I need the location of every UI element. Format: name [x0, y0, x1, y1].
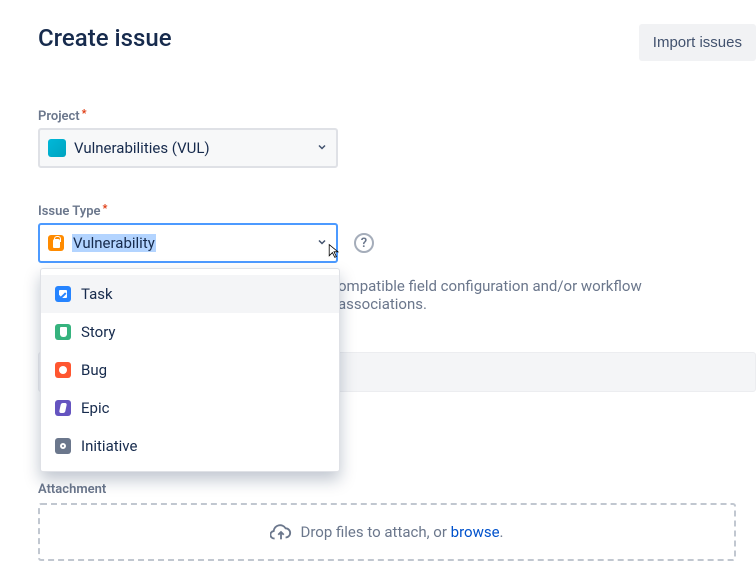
issue-type-select-value: Vulnerability — [72, 234, 156, 252]
project-label: Project * — [38, 109, 87, 124]
upload-cloud-icon — [270, 521, 292, 543]
drop-text-prefix: Drop files to attach, or — [300, 523, 450, 541]
issue-type-label-text: Issue Type — [38, 204, 101, 219]
initiative-icon — [55, 438, 71, 454]
help-icon[interactable]: ? — [354, 233, 374, 253]
drop-text-suffix: . — [500, 523, 504, 541]
epic-icon — [55, 400, 71, 416]
chevron-down-icon — [316, 139, 328, 157]
import-issues-button[interactable]: Import issues — [639, 24, 756, 61]
attachment-label: Attachment — [38, 482, 736, 497]
issue-type-field-group: Issue Type * Vulnerability Task — [38, 200, 718, 313]
issue-type-option-initiative[interactable]: Initiative — [41, 427, 339, 465]
project-label-text: Project — [38, 109, 80, 124]
option-label: Bug — [81, 361, 107, 379]
issue-type-select[interactable]: Vulnerability Task Story — [38, 223, 338, 263]
project-avatar-icon — [48, 139, 66, 157]
required-star-icon: * — [82, 107, 87, 120]
vulnerability-icon — [48, 235, 64, 251]
project-select-value: Vulnerabilities (VUL) — [74, 139, 210, 157]
issue-type-option-story[interactable]: Story — [41, 313, 339, 351]
mouse-cursor-icon — [326, 241, 342, 261]
project-field-group: Project * Vulnerabilities (VUL) — [38, 105, 718, 168]
issue-type-label: Issue Type * — [38, 204, 107, 219]
issue-type-option-epic[interactable]: Epic — [41, 389, 339, 427]
option-label: Initiative — [81, 437, 137, 455]
required-star-icon: * — [103, 202, 108, 215]
field-config-note: ompatible field configuration and/or wor… — [338, 277, 718, 313]
option-label: Epic — [81, 399, 109, 417]
browse-link[interactable]: browse — [451, 523, 500, 541]
issue-type-option-task[interactable]: Task — [41, 275, 339, 313]
project-select[interactable]: Vulnerabilities (VUL) — [38, 128, 338, 168]
story-icon — [55, 324, 71, 340]
task-icon — [55, 286, 71, 302]
attachment-dropzone[interactable]: Drop files to attach, or browse. — [38, 503, 736, 561]
page-title: Create issue — [38, 24, 172, 52]
issue-type-dropdown: Task Story Bug Epic — [40, 268, 340, 472]
option-label: Task — [81, 285, 113, 303]
option-label: Story — [81, 323, 116, 341]
attachment-drop-text: Drop files to attach, or browse. — [300, 523, 503, 541]
bug-icon — [55, 362, 71, 378]
chevron-down-icon — [316, 234, 328, 252]
issue-type-option-bug[interactable]: Bug — [41, 351, 339, 389]
